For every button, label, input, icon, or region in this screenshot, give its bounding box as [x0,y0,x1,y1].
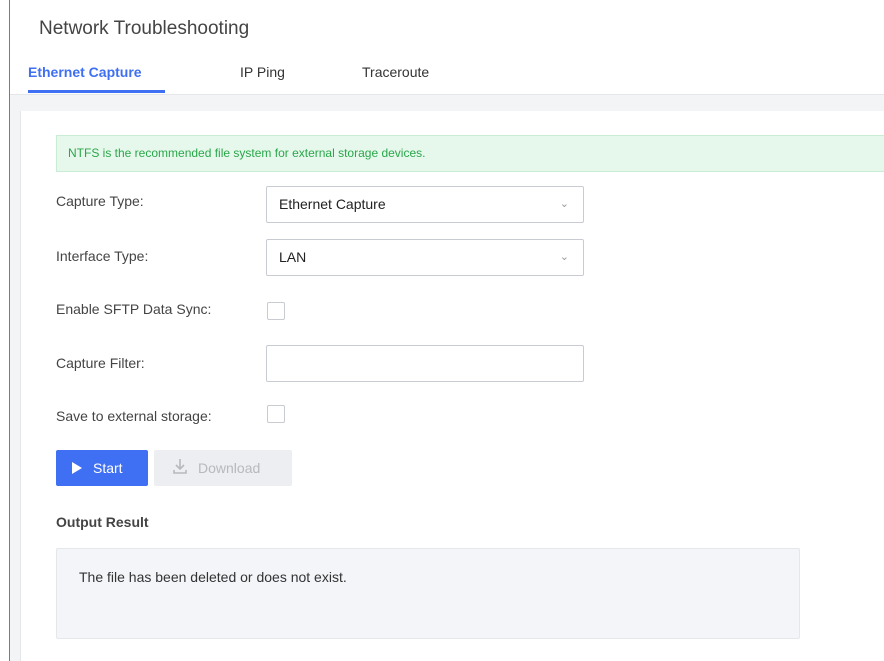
output-result-box: The file has been deleted or does not ex… [56,548,800,639]
sftp-sync-checkbox[interactable] [267,302,285,320]
content-panel-border [20,111,21,661]
download-icon [173,459,187,474]
tab-ethernet-capture[interactable]: Ethernet Capture [28,64,142,80]
sftp-sync-label: Enable SFTP Data Sync: [56,301,212,317]
content-left-gutter [10,95,20,661]
capture-type-select[interactable]: Ethernet Capture ⌄ [266,186,584,223]
interface-type-value: LAN [279,249,307,265]
storage-notice: NTFS is the recommended file system for … [56,135,884,172]
download-button-label: Download [198,460,261,476]
active-tab-indicator [28,90,165,93]
chevron-down-icon: ⌄ [559,198,569,210]
start-button-label: Start [93,460,123,476]
tab-bar [10,0,884,95]
interface-type-select[interactable]: LAN ⌄ [266,239,584,276]
content-top-gutter [10,95,884,111]
capture-type-label: Capture Type: [56,193,144,209]
play-icon [72,462,82,474]
start-button[interactable]: Start [56,450,148,486]
download-button[interactable]: Download [154,450,292,486]
tab-ip-ping[interactable]: IP Ping [240,64,285,80]
output-result-text: The file has been deleted or does not ex… [79,569,347,585]
external-storage-checkbox[interactable] [267,405,285,423]
capture-filter-input[interactable] [266,345,584,382]
output-result-heading: Output Result [56,514,149,530]
capture-filter-label: Capture Filter: [56,355,145,371]
tab-traceroute[interactable]: Traceroute [362,64,429,80]
external-storage-label: Save to external storage: [56,408,212,424]
chevron-down-icon: ⌄ [559,251,569,263]
capture-type-value: Ethernet Capture [279,196,386,212]
interface-type-label: Interface Type: [56,248,149,264]
